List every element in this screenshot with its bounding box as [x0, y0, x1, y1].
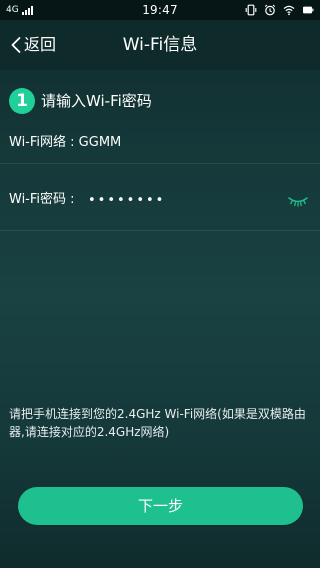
password-visibility-toggle[interactable]	[287, 192, 309, 208]
header: 返回 Wi-Fi信息	[0, 20, 320, 70]
wifi-icon	[283, 5, 295, 16]
battery-icon	[303, 6, 314, 14]
next-step-button[interactable]: 下一步	[18, 487, 303, 525]
wifi-network-row: Wi-Fi网络 : GGMM	[9, 133, 121, 153]
status-right	[245, 4, 314, 16]
step-number-badge: 1	[9, 88, 35, 114]
wifi-network-label: Wi-Fi网络 :	[9, 135, 79, 150]
back-label: 返回	[24, 35, 57, 54]
wifi-network-value: GGMM	[78, 135, 122, 150]
wifi-password-label: Wi-Fi密码 :	[9, 192, 75, 207]
eye-closed-icon	[288, 197, 308, 207]
step-header: 1 请输入Wi-Fi密码	[9, 88, 152, 114]
wifi-password-input[interactable]	[88, 188, 268, 212]
connection-hint-text: 请把手机连接到您的2.4GHz Wi-Fi网络(如果是双模路由器,请连接对应的2…	[9, 407, 306, 439]
status-bar: 4G 19:47	[0, 0, 320, 20]
divider	[0, 230, 320, 231]
back-button[interactable]: 返回	[10, 34, 56, 56]
chevron-left-icon	[11, 37, 21, 53]
alarm-icon	[264, 4, 276, 16]
step-title: 请输入Wi-Fi密码	[41, 92, 152, 110]
vibrate-icon	[245, 4, 257, 16]
divider	[0, 163, 320, 164]
wifi-password-row: Wi-Fi密码 :	[9, 188, 311, 212]
